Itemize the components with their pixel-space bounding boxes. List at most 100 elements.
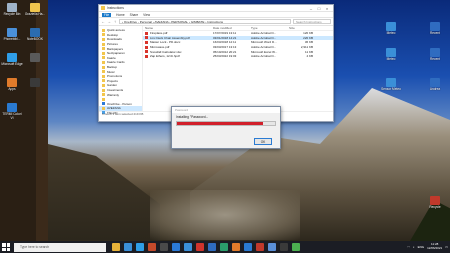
desktop-icon[interactable]: Recycle Bin [1,3,23,17]
file-icon [145,50,148,54]
nav-item-label: Warranty [107,92,120,97]
ribbon-tab[interactable]: File [102,12,112,17]
ribbon-tab[interactable]: Home [116,13,125,17]
file-row[interactable]: Zap Ethers, 12.0t.hpdf 25/03/2022 19:03 Ad… [143,54,333,59]
desktop-icon[interactable]: Phonebibl... [1,28,23,42]
file-name: Snowfall Calculator.xlsx [150,49,182,54]
file-type: Adobe Acrobat D... [251,35,277,40]
app-icon [7,103,17,112]
app-icon [7,3,17,12]
desktop-icon[interactable]: Graziella Ha... [24,3,46,17]
taskbar-app-icon[interactable] [208,243,216,251]
taskbar-app-icon[interactable] [160,243,168,251]
file-size: 4 KB [306,54,313,59]
volume-icon[interactable]: ◖ [413,245,415,249]
nav-item-label: OneDrive - Person [107,101,132,106]
taskbar-app-icon[interactable] [232,243,240,251]
column-header[interactable]: Type [251,26,289,30]
desktop-icon-label: NoteBOOK [27,37,43,41]
file-row[interactable]: Fireplace.pdf 17/07/2019 13:11 Adobe Acrob… [143,31,333,36]
column-header[interactable]: Name [145,26,213,30]
window-title: Instructions [107,6,124,10]
taskbar-app-icon[interactable] [148,243,156,251]
folder-icon [102,79,105,83]
file-row[interactable]: Linx Deck Chair Assembly.pdf 03/01/2018 1… [143,35,333,41]
file-icon [145,31,148,35]
desktop-icon[interactable]: Meteo [380,48,402,62]
folder-icon [102,28,105,32]
file-row[interactable]: Master Lock - PD.docx 16/03/2018 12:11 Mic… [143,40,333,45]
nav-item-label: Downloads [107,37,122,42]
desktop-icon-label: Andrea [429,87,441,91]
desktop-icon[interactable]: Apps [1,78,23,92]
address-bar[interactable]: › OneDrive - Personal › AVEZANA › PERSON… [119,19,291,24]
taskbar-app-icon[interactable] [196,243,204,251]
ribbon-tab[interactable]: View [143,13,150,17]
file-row[interactable]: Microwave.pdf 03/03/2017 13:13 Adobe Acrob… [143,45,333,50]
up-icon[interactable]: ↑ [113,19,117,24]
app-icon [386,22,396,31]
taskbar-app-icon[interactable] [244,243,252,251]
desktop-icon[interactable]: NoteBOOK [24,28,46,42]
clock[interactable]: 11:28 12/06/2021 [427,243,442,250]
file-icon [145,45,148,49]
search-input[interactable]: Search Instructions [293,19,331,24]
back-icon[interactable]: ← [101,19,105,24]
ok-button[interactable]: OK [254,138,272,145]
column-header[interactable]: Date modified [213,26,251,30]
file-date: 05/10/2012 20:21 [213,49,237,54]
folder-icon [102,93,105,97]
desktop-icon[interactable]: Recent [424,48,446,62]
desktop-icon-label: Recycle [429,205,441,209]
file-size: 120 KB [303,31,313,36]
language-indicator[interactable]: ENG [418,245,425,249]
taskbar-app-icon[interactable] [256,243,264,251]
file-name: Master Lock - PD.docx [150,40,181,45]
desktop-icon-label: Recent [429,31,441,35]
navigation-pane: Quick access Desktop Downloads Pictures Bank… [99,26,143,115]
forward-icon[interactable]: → [107,19,111,24]
taskbar-app-icon[interactable] [268,243,276,251]
file-type: Microsoft Excel W... [251,49,278,54]
desktop-icon-label: Recent [429,57,441,61]
folder-icon [101,6,105,10]
app-icon [430,196,440,205]
desktop-icon-label: Apps [8,87,16,91]
minimize-button[interactable]: – [307,6,315,11]
desktop-icon[interactable]: Andrea [424,78,446,92]
folder-icon [102,42,105,46]
maximize-button[interactable]: □ [315,6,323,11]
desktop-icon[interactable]: Meteo [380,22,402,36]
file-size: 2,911 KB [300,45,313,50]
desktop-icon[interactable]: TERMI Colori VI [1,103,23,120]
desktop-icon[interactable] [24,53,46,63]
taskbar-app-icon[interactable] [184,243,192,251]
landscape-valley [150,190,300,240]
app-icon [430,22,440,31]
taskbar-app-icon[interactable] [172,243,180,251]
file-type: Adobe Acrobat D... [251,45,277,50]
desktop-icon[interactable]: Sensor Meteo [380,78,402,92]
file-name-cell: Microwave.pdf [145,45,213,49]
notifications-icon[interactable]: ▭ [445,245,448,249]
taskbar-app-icon[interactable] [292,243,300,251]
windows-start-icon[interactable] [2,243,10,251]
desktop-icon[interactable]: Recycle [424,196,446,210]
taskbar-app-icon[interactable] [280,243,288,251]
taskbar-search-input[interactable]: Type here to search [14,242,106,252]
taskbar-app-icon[interactable] [112,243,120,251]
file-name-cell: Fireplace.pdf [145,31,213,35]
column-header[interactable]: Size [289,26,315,30]
wifi-icon[interactable]: ◠ [407,245,410,249]
ribbon-tab[interactable]: Share [130,13,139,17]
close-button[interactable]: × [323,6,331,11]
desktop-icon[interactable]: Recent [424,22,446,36]
desktop-icon[interactable] [24,78,46,88]
taskbar-app-icon[interactable] [124,243,132,251]
taskbar-app-icon[interactable] [220,243,228,251]
taskbar-app-icon[interactable] [136,243,144,251]
app-icon [7,28,17,37]
nav-item-label: Promotions [107,74,123,79]
file-row[interactable]: Snowfall Calculator.xlsx 05/10/2012 20:21… [143,49,333,54]
desktop-icon[interactable]: Microsoft Edge [1,53,23,67]
